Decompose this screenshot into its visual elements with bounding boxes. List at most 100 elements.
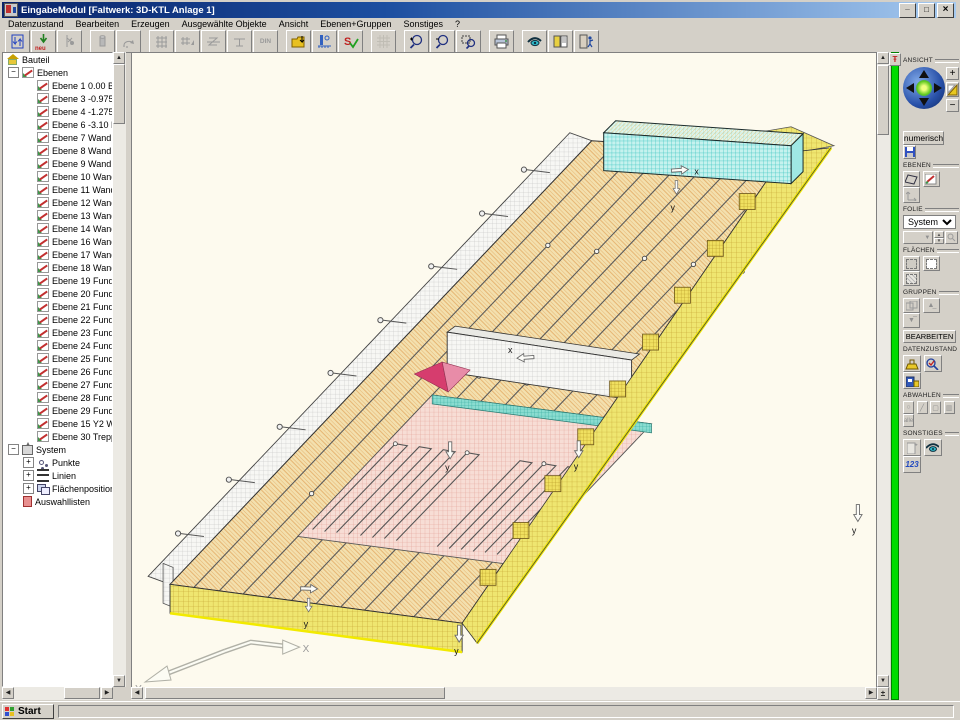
collapse-icon[interactable]: − [8, 444, 19, 455]
tree-item-ebene[interactable]: Ebene 30 Treppenlä [3, 430, 112, 443]
structure-measure-icon[interactable] [312, 30, 337, 53]
scroll-corner-button[interactable]: ± [877, 687, 889, 700]
zoom-out-icon[interactable] [430, 30, 455, 53]
layer-move-button[interactable] [903, 187, 920, 203]
save-view-button[interactable] [903, 145, 916, 159]
print-icon[interactable] [489, 30, 514, 53]
tree-item-ebene[interactable]: Ebene 11 Wand X5 [3, 183, 112, 196]
scroll-left-icon[interactable] [2, 687, 14, 699]
tree-item-flaechenpositionen[interactable]: +Flächenpositionen [3, 482, 112, 495]
tree-item-ebene[interactable]: Ebene 15 Y2 Wand T [3, 417, 112, 430]
viewport-hscrollbar[interactable] [131, 687, 877, 700]
layer-view-button[interactable] [903, 171, 920, 187]
load-datastate-icon[interactable] [5, 30, 30, 53]
tree-item-punkte[interactable]: +Punkte [3, 456, 112, 469]
tree-item-ebene[interactable]: Ebene 3 -0.975 Bop [3, 92, 112, 105]
datastate-check-button[interactable] [924, 355, 942, 372]
rotate-up-icon[interactable] [919, 70, 929, 78]
layer-edit-button[interactable] [923, 171, 940, 187]
numerisch-button[interactable]: numerisch [903, 131, 944, 145]
zoom-in-button[interactable]: + [946, 67, 959, 80]
settings-icon[interactable] [57, 30, 82, 53]
menu-ansicht[interactable]: Ansicht [273, 19, 315, 29]
scroll-right-icon[interactable] [101, 687, 113, 699]
group-build-button[interactable] [903, 298, 920, 313]
datastate-stamp-button[interactable] [903, 355, 921, 372]
tree-item-ebene[interactable]: Ebene 8 Wand X2 [3, 144, 112, 157]
menu-help[interactable]: ? [449, 19, 466, 29]
tree-item-ebene[interactable]: Ebene 9 Wand X3 [3, 157, 112, 170]
close-button[interactable] [937, 3, 954, 18]
start-button[interactable]: Start [2, 704, 54, 719]
grid-edit-icon[interactable] [149, 30, 174, 53]
tree-item-ebene[interactable]: Ebene 17 Wand Y4 [3, 248, 112, 261]
check-data-icon[interactable]: S [338, 30, 363, 53]
z-level-icon[interactable] [201, 30, 226, 53]
tree-item-ebene[interactable]: Ebene 20 Fund2 [3, 287, 112, 300]
area-hatch-button[interactable] [903, 271, 920, 286]
tree-item-ebene[interactable]: Ebene 18 Wand Y5 [3, 261, 112, 274]
undo-icon[interactable] [116, 30, 141, 53]
tree-item-ebene[interactable]: Ebene 28 Fund10 [3, 391, 112, 404]
taskbar-strip[interactable] [58, 705, 954, 718]
menu-ausgewaehlte-objekte[interactable]: Ausgewählte Objekte [176, 19, 273, 29]
area-outline-button[interactable] [923, 256, 940, 271]
shade-toggle-button[interactable] [946, 82, 959, 97]
scroll-left-icon[interactable] [131, 687, 143, 699]
tree-item-system[interactable]: −System [3, 443, 112, 456]
tree-item-ebene[interactable]: Ebene 23 Fund5 [3, 326, 112, 339]
tree-item-bauteil[interactable]: Bauteil [3, 53, 112, 66]
minimize-button[interactable] [899, 3, 916, 18]
scroll-up-icon[interactable] [877, 52, 889, 64]
tree-item-ebene[interactable]: Ebene 13 Wand X7 [3, 209, 112, 222]
maximize-button[interactable] [918, 3, 935, 18]
tree-item-ebene[interactable]: Ebene 14 Wand Y1 [3, 222, 112, 235]
tree-item-ebene[interactable]: Ebene 7 Wand X1 [3, 131, 112, 144]
rotate-right-icon[interactable] [934, 83, 942, 93]
splitter-handle-top[interactable]: Ŧ [889, 53, 901, 66]
raster-icon[interactable] [371, 30, 396, 53]
area-select-button[interactable] [903, 256, 920, 271]
scroll-right-icon[interactable] [865, 687, 877, 699]
view-rotate-control[interactable] [903, 67, 945, 109]
deselect-lines-button[interactable]: ╱ [917, 401, 928, 414]
menu-erzeugen[interactable]: Erzeugen [125, 19, 176, 29]
tree-item-ebene[interactable]: Ebene 1 0.00 Bopl. [3, 79, 112, 92]
tree-item-ebene[interactable]: Ebene 19 Fund1 [3, 274, 112, 287]
menu-bearbeiten[interactable]: Bearbeiten [70, 19, 126, 29]
group-down-button[interactable]: ▼̅ [903, 313, 920, 328]
expand-icon[interactable]: + [23, 470, 34, 481]
splitter-stripe[interactable] [891, 52, 899, 700]
bearbeiten-button[interactable]: BEARBEITEN [903, 330, 956, 343]
tree-item-ebenen[interactable]: −Ebenen [3, 66, 112, 79]
tree-item-ebene[interactable]: Ebene 10 Wand X4 [3, 170, 112, 183]
rotate-center-icon[interactable] [916, 80, 932, 96]
collapse-icon[interactable]: − [8, 67, 19, 78]
tree-item-auswahllisten[interactable]: Auswahllisten [3, 495, 112, 508]
tree-vscrollbar[interactable] [113, 52, 126, 687]
book-pages-icon[interactable] [548, 30, 573, 53]
model-tree[interactable]: Bauteil −Ebenen Ebene 1 0.00 Bopl. Ebene… [2, 52, 113, 687]
deselect-areas-button[interactable]: ▢ [930, 401, 941, 414]
exit-module-icon[interactable] [574, 30, 599, 53]
tree-item-ebene[interactable]: Ebene 29 Fund11 [3, 404, 112, 417]
din-icon[interactable]: DIN [253, 30, 278, 53]
tree-item-ebene[interactable]: Ebene 16 Wand Y3 [3, 235, 112, 248]
expand-icon[interactable]: + [23, 483, 34, 494]
folie-select[interactable]: System [903, 215, 956, 229]
tree-item-ebene[interactable]: Ebene 4 -1.275/-1.4 [3, 105, 112, 118]
misc-numbering-button[interactable]: 123 [903, 456, 921, 473]
new-datastate-icon[interactable]: neu [31, 30, 56, 53]
deselect-points-button[interactable]: ○ [903, 401, 914, 414]
group-up-button[interactable]: ▲̲ [923, 298, 940, 313]
rotate-down-icon[interactable] [919, 98, 929, 106]
viewport-3d[interactable]: x y x y y y y y [131, 52, 877, 688]
folder-positions-icon[interactable] [286, 30, 311, 53]
deselect-hatch-button[interactable]: ▥ [944, 401, 955, 414]
scroll-down-icon[interactable] [877, 675, 889, 687]
misc-page-button[interactable] [903, 439, 921, 456]
tree-item-ebene[interactable]: Ebene 26 Fund8 [3, 365, 112, 378]
deselect-all-button[interactable]: alle [903, 414, 914, 427]
expand-icon[interactable]: + [23, 457, 34, 468]
tree-item-ebene[interactable]: Ebene 27 Fund9 [3, 378, 112, 391]
